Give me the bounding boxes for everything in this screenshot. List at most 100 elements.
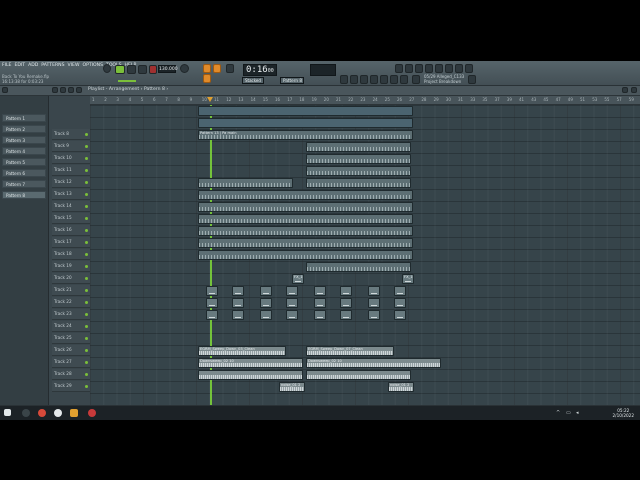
pattern-item[interactable]: Pattern 5 [2, 158, 46, 166]
close-icon[interactable] [631, 87, 637, 93]
select-tool-icon[interactable] [76, 87, 82, 93]
playlist-clip[interactable] [340, 286, 352, 296]
pattern-item[interactable]: Pattern 7 [2, 180, 46, 188]
news-icon[interactable] [445, 64, 453, 73]
playlist-clip[interactable]: Downsweep_02 10 [306, 358, 441, 368]
track-header[interactable]: Track 11 [52, 165, 90, 176]
pattern-selector[interactable]: Pattern 8 [280, 77, 304, 84]
track-mute-led[interactable] [85, 169, 88, 172]
playlist-clip[interactable] [198, 118, 413, 128]
playlist-clip[interactable] [198, 226, 413, 236]
playlist-clip[interactable] [198, 370, 303, 380]
tray-chevron-icon[interactable]: ^ [556, 410, 560, 416]
account-icon[interactable] [455, 64, 463, 73]
playlist-clip[interactable]: Pattern 13 | Pa main [198, 130, 413, 140]
playlist-clip[interactable] [314, 298, 326, 308]
playlist-clip[interactable] [314, 310, 326, 320]
system-clock[interactable]: 05:22 2/10/2022 [613, 408, 634, 418]
playlist-clip[interactable] [340, 310, 352, 320]
metronome-icon[interactable] [180, 64, 189, 73]
song-time-display[interactable]: 0:1600 [243, 64, 277, 76]
track-header[interactable]: Track 8 [52, 129, 90, 140]
track-header[interactable]: Track 15 [52, 213, 90, 224]
playlist-clip[interactable] [286, 310, 298, 320]
track-header[interactable]: Track 29 [52, 381, 90, 392]
track-mute-led[interactable] [85, 133, 88, 136]
question-icon[interactable] [415, 64, 423, 73]
track-header[interactable]: Track 13 [52, 189, 90, 200]
plugin-picker-icon[interactable] [390, 75, 398, 84]
playlist-clip[interactable] [368, 286, 380, 296]
track-mute-led[interactable] [85, 181, 88, 184]
menu-patterns[interactable]: PATTERNS [41, 63, 64, 68]
play-button[interactable] [127, 65, 136, 74]
playlist-clip[interactable] [260, 298, 272, 308]
track-header[interactable]: Track 17 [52, 237, 90, 248]
playlist-clip[interactable] [260, 310, 272, 320]
playlist-clip[interactable] [286, 286, 298, 296]
track-header[interactable]: Track 18 [52, 249, 90, 260]
chrome-icon[interactable] [38, 409, 46, 417]
playlist-grid[interactable]: Pattern 13 | Pa main FX_10 FX_10 EGRM_Sweep… [90, 105, 640, 405]
track-header[interactable]: Track 10 [52, 153, 90, 164]
track-mute-led[interactable] [85, 193, 88, 196]
menu-options[interactable]: OPTIONS [83, 63, 104, 68]
search-icon[interactable] [22, 409, 30, 417]
track-mute-led[interactable] [85, 325, 88, 328]
microphone-icon[interactable] [435, 64, 443, 73]
track-header[interactable]: Track 12 [52, 177, 90, 188]
stop-button[interactable] [138, 65, 147, 74]
tips-icon[interactable] [425, 64, 433, 73]
playlist-clip[interactable] [394, 286, 406, 296]
track-mute-led[interactable] [85, 145, 88, 148]
help-icon[interactable] [412, 75, 420, 84]
playlist-clip[interactable] [198, 214, 413, 224]
menu-view[interactable]: VIEW [68, 63, 80, 68]
render-icon[interactable] [405, 64, 413, 73]
playlist-clip[interactable]: EGRM_Sweep_Down_03_Clean [198, 346, 286, 356]
playlist-clip[interactable] [394, 310, 406, 320]
wait-record-icon[interactable] [213, 64, 221, 73]
playlist-clip[interactable] [314, 286, 326, 296]
track-mute-led[interactable] [85, 277, 88, 280]
track-header[interactable]: Track 19 [52, 261, 90, 272]
playlist-clip[interactable] [206, 286, 218, 296]
draw-tool-icon[interactable] [60, 87, 66, 93]
track-mute-led[interactable] [85, 313, 88, 316]
track-header[interactable]: Track 21 [52, 285, 90, 296]
pattern-item[interactable]: Pattern 6 [2, 169, 46, 177]
playlist-clip[interactable] [206, 298, 218, 308]
pattern-item[interactable]: Pattern 1 [2, 114, 46, 122]
track-mute-led[interactable] [85, 265, 88, 268]
playlist-clip[interactable] [306, 154, 411, 164]
menu-file[interactable]: FILE [2, 63, 11, 68]
track-header[interactable]: Track 9 [52, 141, 90, 152]
record-button[interactable] [149, 65, 157, 74]
timeline-ruler[interactable]: 1 2 3 4 5 6 7 8 9 10 11 12 13 14 15 16 17 18 19 20 21 22 23 24 2… [90, 96, 640, 105]
snap-icon[interactable] [226, 64, 234, 73]
track-mute-led[interactable] [85, 205, 88, 208]
track-header[interactable]: Track 14 [52, 201, 90, 212]
playlist-clip[interactable] [198, 250, 413, 260]
minimize-icon[interactable] [622, 87, 628, 93]
track-header[interactable]: Track 24 [52, 321, 90, 332]
playlist-clip[interactable] [198, 202, 413, 212]
playlist-clip[interactable]: FX_10 [292, 274, 304, 284]
playlist-clip[interactable] [232, 286, 244, 296]
playlist-clip[interactable] [306, 166, 411, 176]
track-header[interactable]: Track 25 [52, 333, 90, 344]
playlist-clip[interactable] [306, 262, 411, 272]
track-mute-led[interactable] [85, 289, 88, 292]
playlist-clip[interactable] [232, 310, 244, 320]
tempo-display[interactable]: 130.000 [158, 65, 178, 73]
playlist-clip[interactable] [306, 370, 411, 380]
pattern-item[interactable]: Pattern 4 [2, 147, 46, 155]
playlist-clip[interactable] [306, 178, 411, 188]
playlist-clip[interactable] [368, 310, 380, 320]
playlist-clip[interactable] [306, 142, 411, 152]
menu-arrow-icon[interactable] [2, 87, 8, 93]
master-pitch-bar[interactable] [118, 80, 136, 82]
channel-rack-icon[interactable] [360, 75, 368, 84]
playlist-clip[interactable] [198, 106, 413, 116]
playhead-marker[interactable] [207, 97, 213, 102]
